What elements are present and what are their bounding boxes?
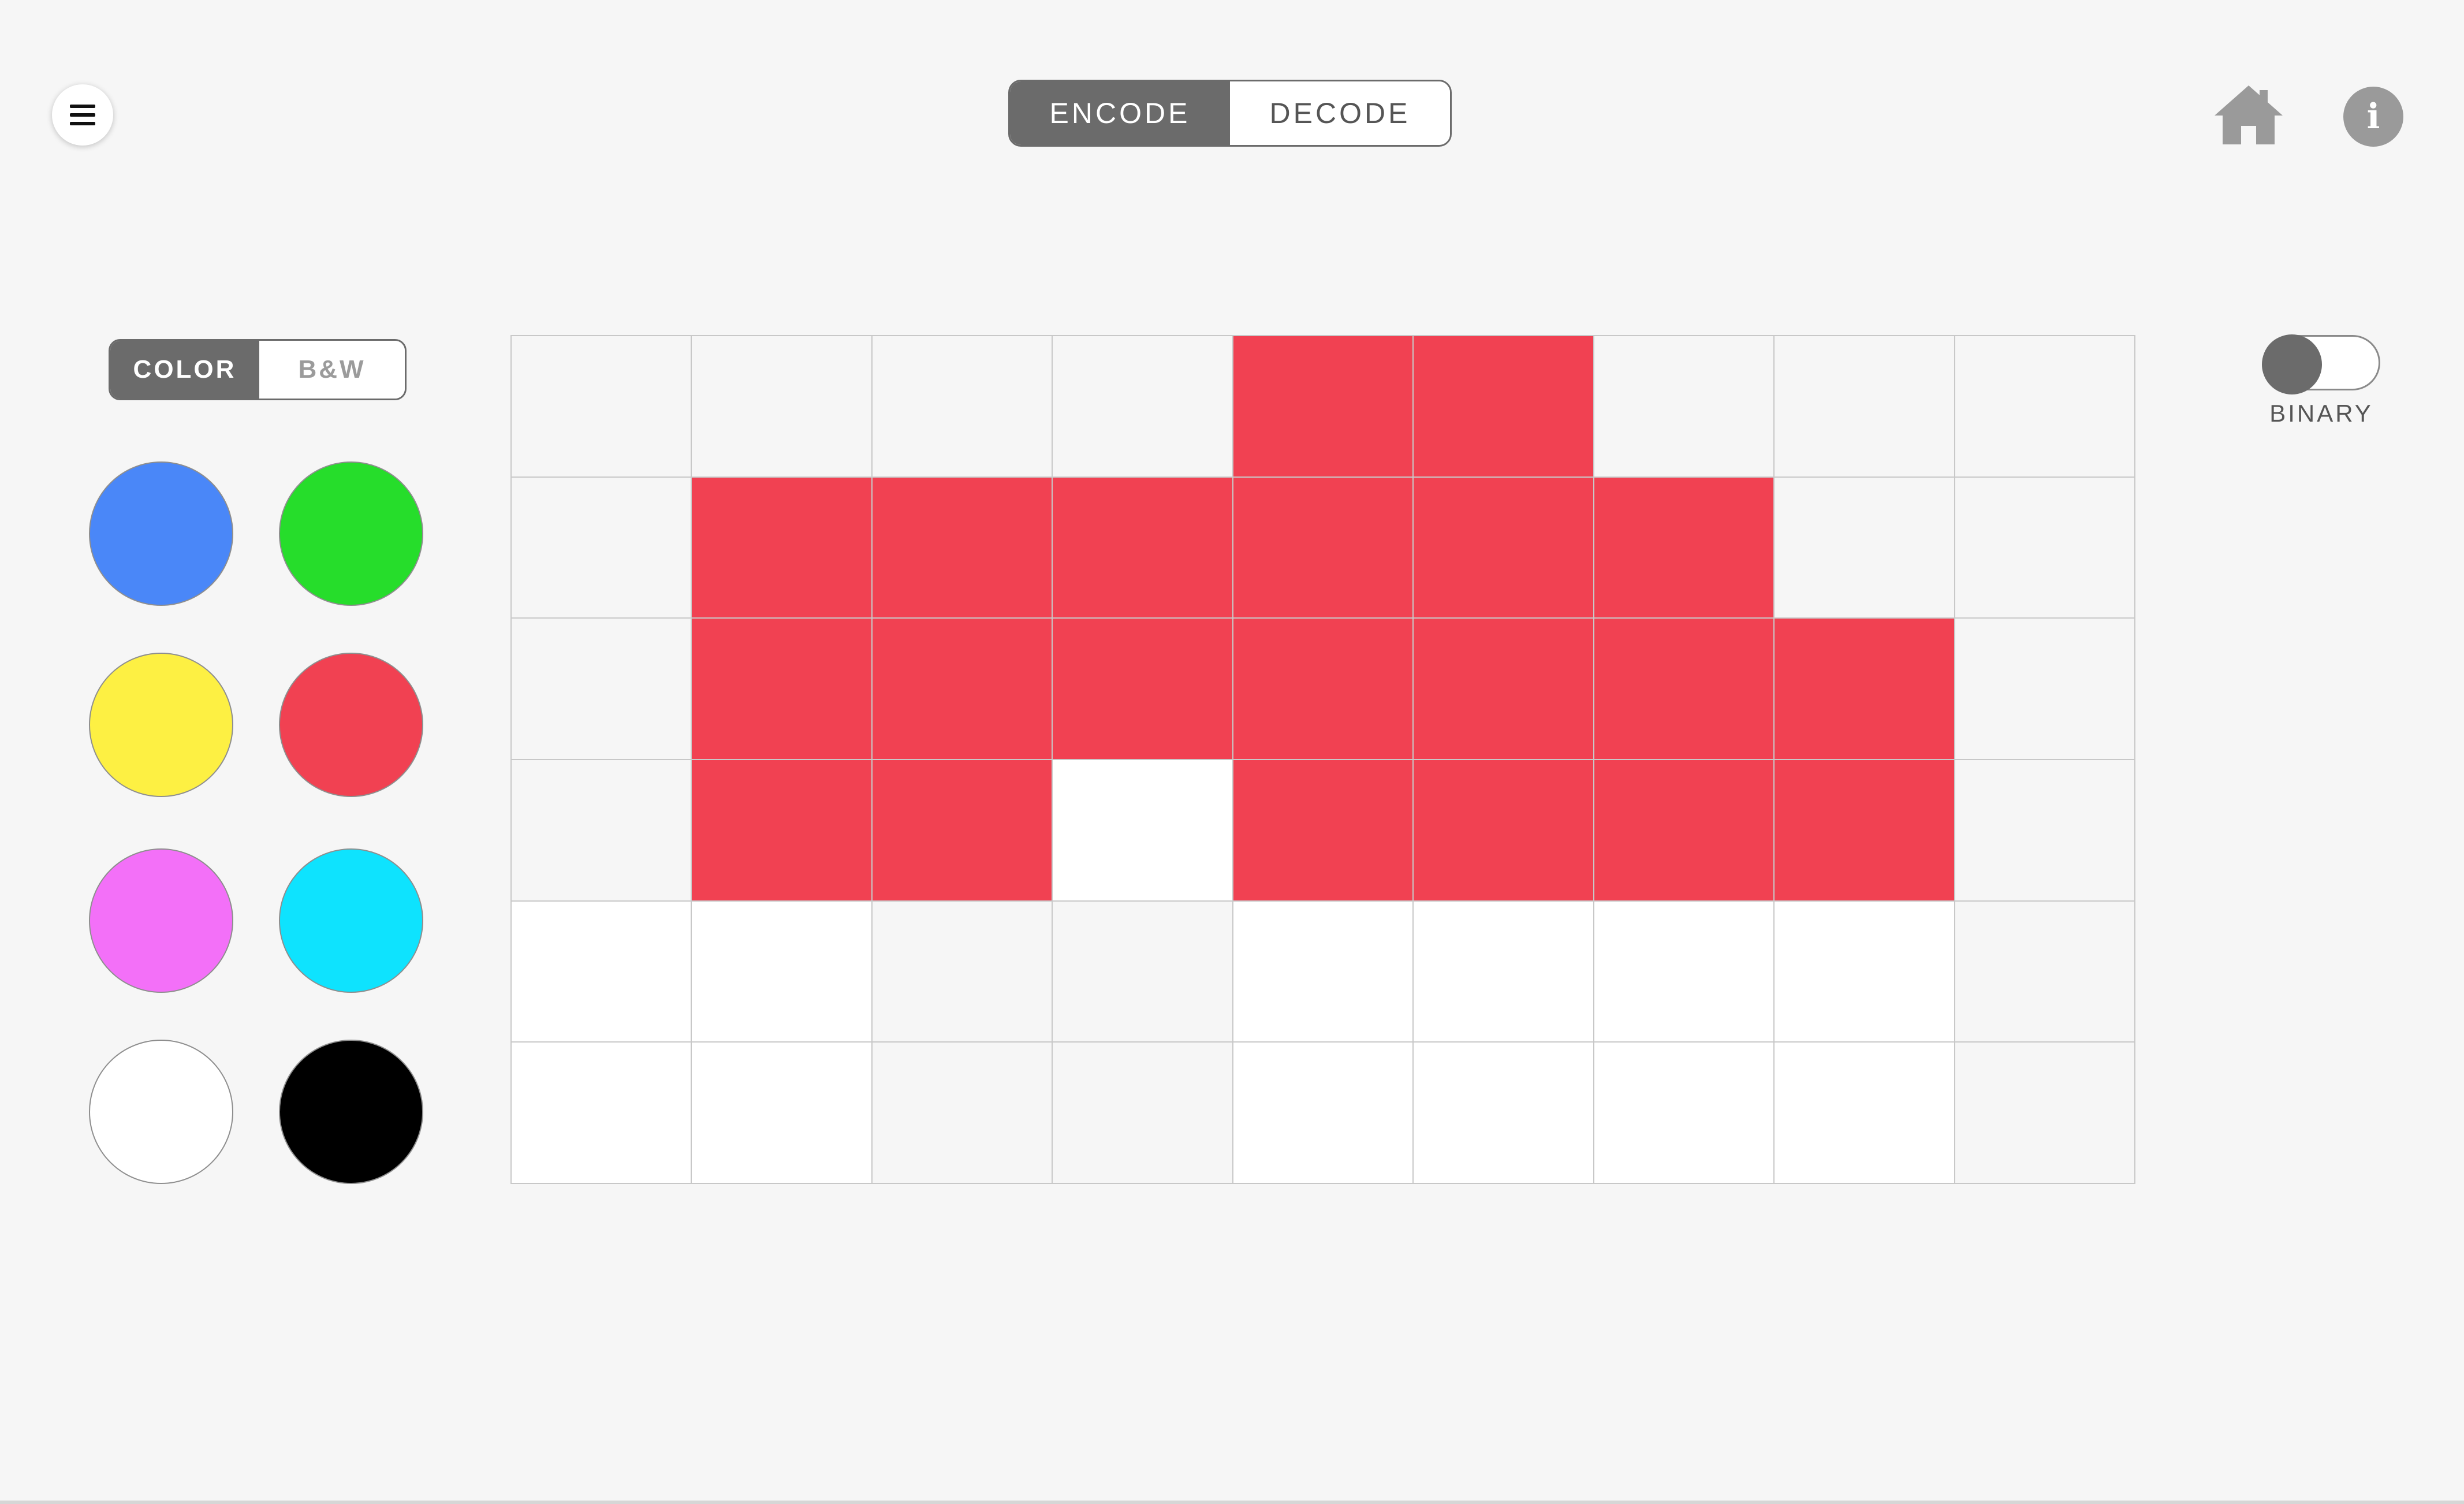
menu-button[interactable] — [52, 84, 113, 146]
palette-mode-segmented-control: COLOR B&W — [109, 339, 407, 400]
grid-cell-r5-c1[interactable] — [512, 901, 692, 1043]
grid-cell-r3-c6[interactable] — [1414, 619, 1594, 760]
grid-cell-r5-c2[interactable] — [692, 901, 873, 1043]
grid-cell-r6-c2[interactable] — [692, 1043, 873, 1184]
grid-cell-r1-c1[interactable] — [512, 336, 692, 478]
grid-cell-r6-c8[interactable] — [1775, 1043, 1955, 1184]
grid-cell-r5-c4[interactable] — [1053, 901, 1233, 1043]
grid-cell-r2-c3[interactable] — [872, 477, 1053, 619]
grid-cell-r1-c8[interactable] — [1775, 336, 1955, 478]
grid-cell-r5-c9[interactable] — [1955, 901, 2135, 1043]
grid-cell-r2-c6[interactable] — [1414, 477, 1594, 619]
swatch-red[interactable] — [279, 653, 423, 797]
grid-cell-r4-c1[interactable] — [512, 760, 692, 902]
grid-cell-r2-c4[interactable] — [1053, 477, 1233, 619]
decode-tab[interactable]: DECODE — [1230, 81, 1450, 145]
grid-cell-r3-c8[interactable] — [1775, 619, 1955, 760]
grid-cell-r5-c6[interactable] — [1414, 901, 1594, 1043]
grid-cell-r2-c2[interactable] — [692, 477, 873, 619]
info-icon[interactable]: i — [2343, 87, 2403, 147]
grid-cell-r6-c5[interactable] — [1233, 1043, 1414, 1184]
grid-cell-r3-c9[interactable] — [1955, 619, 2135, 760]
grid-cell-r3-c4[interactable] — [1053, 619, 1233, 760]
encode-tab[interactable]: ENCODE — [1010, 81, 1230, 145]
bottom-divider — [0, 1501, 2464, 1504]
grid-cell-r4-c2[interactable] — [692, 760, 873, 902]
grid-cell-r6-c9[interactable] — [1955, 1043, 2135, 1184]
grid-cell-r6-c6[interactable] — [1414, 1043, 1594, 1184]
mode-segmented-control: ENCODE DECODE — [1008, 80, 1452, 147]
grid-cell-r1-c9[interactable] — [1955, 336, 2135, 478]
swatch-green[interactable] — [279, 461, 423, 606]
grid-cell-r2-c5[interactable] — [1233, 477, 1414, 619]
binary-toggle[interactable] — [2262, 334, 2380, 394]
grid-cell-r1-c2[interactable] — [692, 336, 873, 478]
grid-cell-r5-c3[interactable] — [872, 901, 1053, 1043]
grid-cell-r1-c4[interactable] — [1053, 336, 1233, 478]
grid-cell-r1-c6[interactable] — [1414, 336, 1594, 478]
swatch-blue[interactable] — [89, 461, 233, 606]
grid-cell-r2-c1[interactable] — [512, 477, 692, 619]
home-icon[interactable] — [2215, 85, 2283, 144]
grid-cell-r5-c5[interactable] — [1233, 901, 1414, 1043]
grid-cell-r2-c7[interactable] — [1594, 477, 1775, 619]
grid-cell-r3-c3[interactable] — [872, 619, 1053, 760]
swatch-cyan[interactable] — [279, 848, 423, 993]
grid-cell-r1-c3[interactable] — [872, 336, 1053, 478]
grid-cell-r1-c7[interactable] — [1594, 336, 1775, 478]
grid-cell-r4-c8[interactable] — [1775, 760, 1955, 902]
swatch-white[interactable] — [89, 1040, 233, 1184]
grid-cell-r6-c7[interactable] — [1594, 1043, 1775, 1184]
swatch-black[interactable] — [279, 1040, 423, 1184]
grid-cell-r5-c7[interactable] — [1594, 901, 1775, 1043]
grid-cell-r4-c7[interactable] — [1594, 760, 1775, 902]
binary-label: BINARY — [2269, 400, 2373, 427]
color-tab[interactable]: COLOR — [110, 341, 259, 399]
grid-cell-r6-c4[interactable] — [1053, 1043, 1233, 1184]
grid-cell-r4-c9[interactable] — [1955, 760, 2135, 902]
grid-cell-r3-c7[interactable] — [1594, 619, 1775, 760]
grid-cell-r4-c3[interactable] — [872, 760, 1053, 902]
hamburger-menu-icon — [70, 105, 95, 125]
grid-cell-r3-c1[interactable] — [512, 619, 692, 760]
toggle-knob — [2262, 334, 2322, 394]
grid-cell-r5-c8[interactable] — [1775, 901, 1955, 1043]
grid-cell-r3-c5[interactable] — [1233, 619, 1414, 760]
grid-cell-r2-c9[interactable] — [1955, 477, 2135, 619]
grid-cell-r3-c2[interactable] — [692, 619, 873, 760]
grid-cell-r1-c5[interactable] — [1233, 336, 1414, 478]
grid-cell-r4-c5[interactable] — [1233, 760, 1414, 902]
info-glyph: i — [2366, 96, 2380, 137]
grid-cell-r4-c4[interactable] — [1053, 760, 1233, 902]
grid-cell-r4-c6[interactable] — [1414, 760, 1594, 902]
grid-cell-r6-c1[interactable] — [512, 1043, 692, 1184]
bw-tab[interactable]: B&W — [259, 341, 405, 399]
grid-cell-r6-c3[interactable] — [872, 1043, 1053, 1184]
swatch-yellow[interactable] — [89, 653, 233, 797]
pixel-grid — [510, 335, 2135, 1184]
swatch-magenta[interactable] — [89, 848, 233, 993]
grid-cell-r2-c8[interactable] — [1775, 477, 1955, 619]
